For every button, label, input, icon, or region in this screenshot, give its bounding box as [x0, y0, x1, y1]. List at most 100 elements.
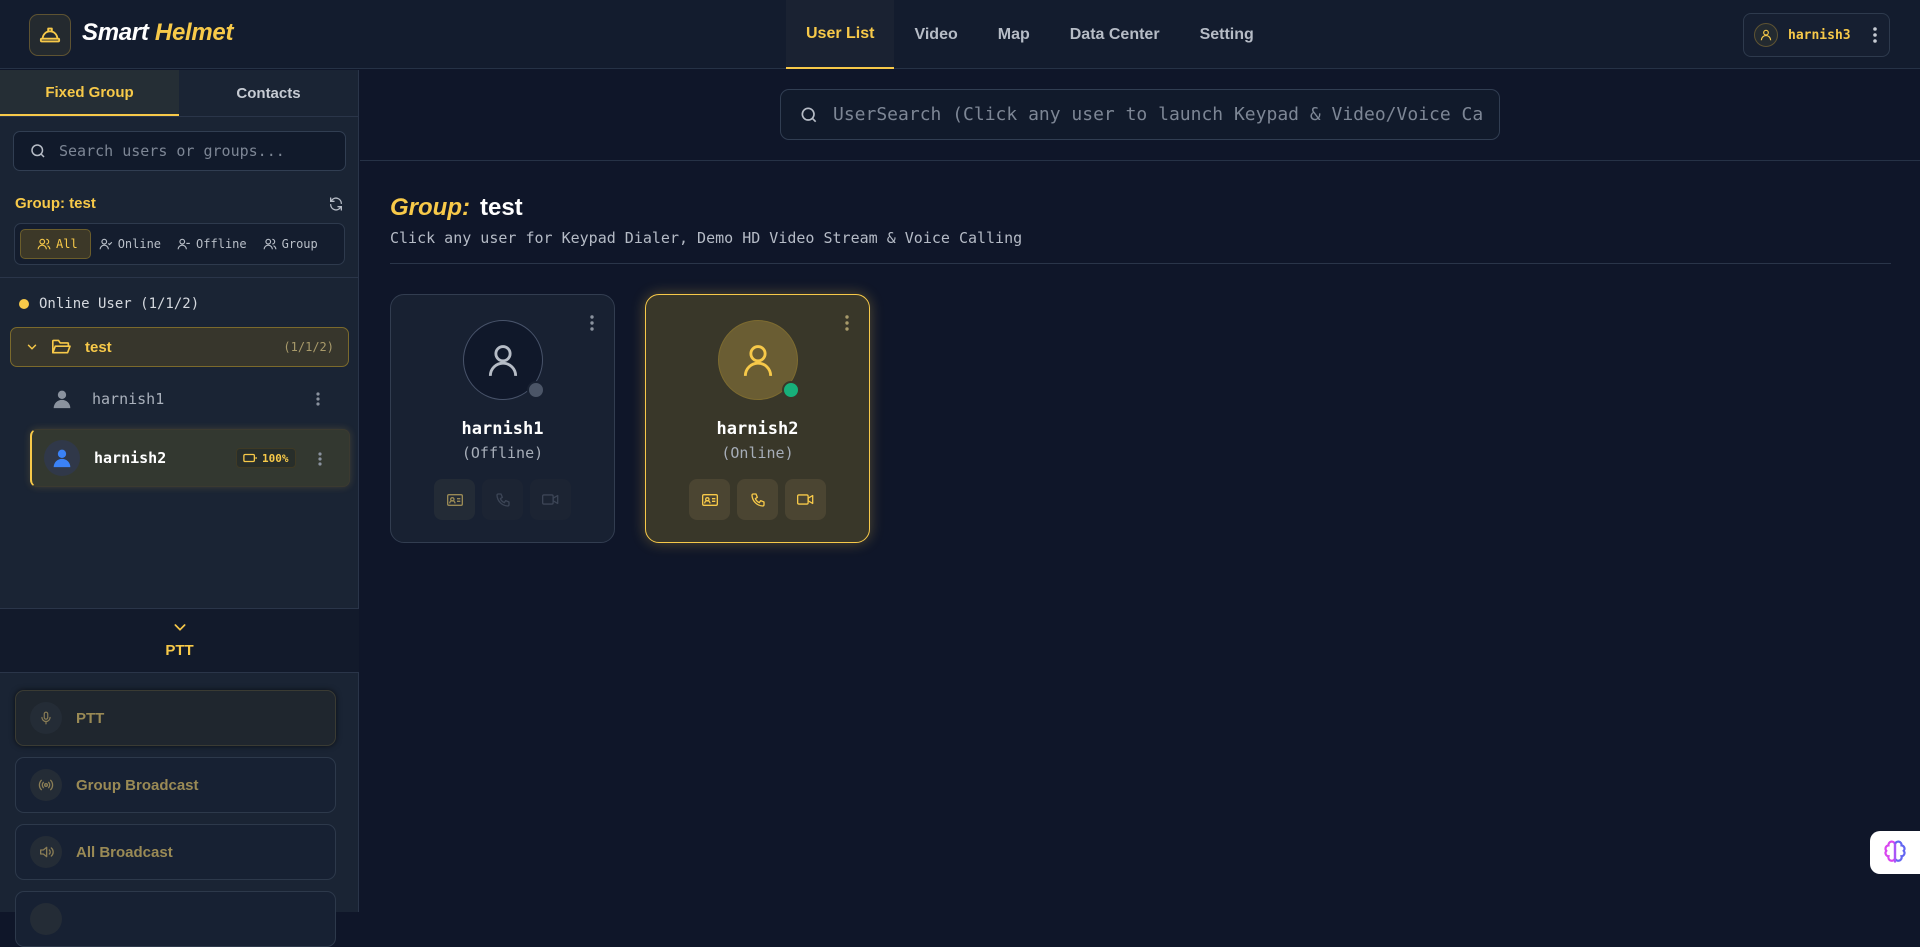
folder-open-icon	[51, 338, 71, 356]
user-check-icon	[99, 237, 118, 251]
more-vertical-icon[interactable]	[316, 392, 320, 406]
brand-word-smart: Smart	[82, 19, 149, 46]
online-user-header: Online User (1/1/2)	[19, 296, 199, 312]
nav-video[interactable]: Video	[894, 0, 977, 69]
main-nav: User List Video Map Data Center Setting	[786, 0, 1274, 69]
all-broadcast-label: All Broadcast	[76, 843, 173, 861]
filter-all[interactable]: All	[20, 229, 91, 259]
filter-all-label: All	[56, 237, 78, 251]
more-vertical-icon[interactable]	[590, 315, 594, 331]
card-actions	[434, 479, 571, 520]
user-icon	[739, 340, 777, 380]
tab-fixed-group[interactable]: Fixed Group	[0, 70, 179, 116]
user-icon	[52, 389, 72, 409]
contact-card-button[interactable]	[689, 479, 730, 520]
ptt-button[interactable]: PTT	[15, 690, 336, 746]
group-row-test[interactable]: test (1/1/2)	[10, 327, 349, 367]
nav-user-list[interactable]: User List	[786, 0, 895, 69]
group-name: test	[85, 338, 112, 356]
nav-map[interactable]: Map	[978, 0, 1050, 69]
id-card-icon	[701, 493, 718, 507]
video-call-button[interactable]	[785, 479, 826, 520]
status-dot	[19, 299, 29, 309]
brand-word-helmet: Helmet	[154, 19, 234, 46]
battery-icon	[243, 453, 262, 463]
divider	[390, 263, 1891, 264]
search-icon	[29, 142, 47, 160]
user-search-input[interactable]	[833, 104, 1483, 125]
user-icon	[52, 448, 72, 468]
id-card-icon	[446, 493, 463, 507]
user-card-harnish1[interactable]: harnish1 (Offline)	[390, 294, 615, 543]
more-vertical-icon[interactable]	[1873, 27, 1877, 43]
card-user-name: harnish1	[461, 419, 544, 439]
user-card-harnish2[interactable]: harnish2 (Online)	[645, 294, 870, 543]
account-username: harnish3	[1788, 27, 1851, 43]
sidebar-search	[13, 131, 346, 171]
sidebar-tabs: Fixed Group Contacts	[0, 70, 358, 117]
filter-group[interactable]: Group	[255, 229, 326, 259]
all-broadcast-button[interactable]: All Broadcast	[15, 824, 336, 880]
filter-online-label: Online	[117, 237, 162, 251]
divider	[0, 277, 359, 278]
status-filters: All Online Offline Group	[14, 223, 345, 265]
refresh-icon[interactable]	[328, 196, 344, 212]
card-user-name: harnish2	[716, 419, 799, 439]
nav-data-center[interactable]: Data Center	[1050, 0, 1180, 69]
group-label: Group:	[390, 194, 470, 221]
more-vertical-icon[interactable]	[845, 315, 849, 331]
divider	[360, 160, 1920, 161]
action-icon	[30, 903, 62, 935]
video-icon	[797, 493, 814, 506]
microphone-icon	[30, 702, 62, 734]
account-menu[interactable]: harnish3	[1743, 13, 1890, 57]
more-vertical-icon[interactable]	[318, 452, 322, 466]
group-icon	[263, 237, 282, 251]
ptt-panel-title: PTT	[165, 642, 194, 659]
more-ptt-button[interactable]	[15, 891, 336, 947]
voice-call-button[interactable]	[482, 479, 523, 520]
page-subtitle: Click any user for Keypad Dialer, Demo H…	[390, 229, 1023, 247]
card-actions	[689, 479, 826, 520]
speaker-icon	[30, 836, 62, 868]
card-user-status: (Offline)	[461, 444, 544, 462]
nav-setting[interactable]: Setting	[1180, 0, 1274, 69]
user-avatar	[44, 440, 80, 476]
search-icon	[799, 105, 819, 125]
video-call-button[interactable]	[530, 479, 571, 520]
voice-call-button[interactable]	[737, 479, 778, 520]
ptt-panel-header[interactable]: PTT	[0, 609, 359, 673]
online-status-dot	[782, 381, 800, 399]
filter-online[interactable]: Online	[91, 229, 169, 259]
user-name: harnish2	[94, 449, 167, 467]
helmet-logo-icon[interactable]	[29, 14, 71, 56]
filter-group-label: Group	[281, 237, 318, 251]
top-bar: Smart Helmet User List Video Map Data Ce…	[0, 0, 1920, 69]
group-title: Group: test	[15, 195, 96, 212]
ptt-button-label: PTT	[76, 709, 105, 727]
brand-name: Smart Helmet	[82, 19, 233, 47]
user-row-harnish2[interactable]: harnish2 100%	[30, 429, 350, 487]
user-name: harnish1	[92, 390, 165, 408]
user-minus-icon	[177, 237, 196, 251]
contact-card-button[interactable]	[434, 479, 475, 520]
group-broadcast-button[interactable]: Group Broadcast	[15, 757, 336, 813]
tab-contacts[interactable]: Contacts	[179, 70, 358, 116]
assistant-widget-button[interactable]	[1870, 831, 1920, 874]
chevron-down-icon[interactable]	[25, 340, 39, 354]
group-broadcast-label: Group Broadcast	[76, 776, 199, 794]
sidebar-search-input[interactable]	[59, 142, 319, 160]
broadcast-icon	[30, 769, 62, 801]
user-row-harnish1[interactable]: harnish1	[30, 375, 350, 423]
filter-offline-label: Offline	[196, 237, 247, 251]
filter-offline[interactable]: Offline	[169, 229, 255, 259]
video-icon	[542, 493, 559, 506]
sidebar: Fixed Group Contacts Group: test All Onl…	[0, 70, 359, 947]
user-avatar-icon	[1754, 23, 1778, 47]
chevron-down-icon[interactable]	[172, 621, 188, 633]
phone-icon	[750, 492, 766, 508]
online-user-count: Online User (1/1/2)	[39, 296, 200, 312]
group-count: (1/1/2)	[283, 340, 334, 354]
page-title: Group: test	[390, 194, 523, 222]
users-icon	[37, 237, 56, 251]
